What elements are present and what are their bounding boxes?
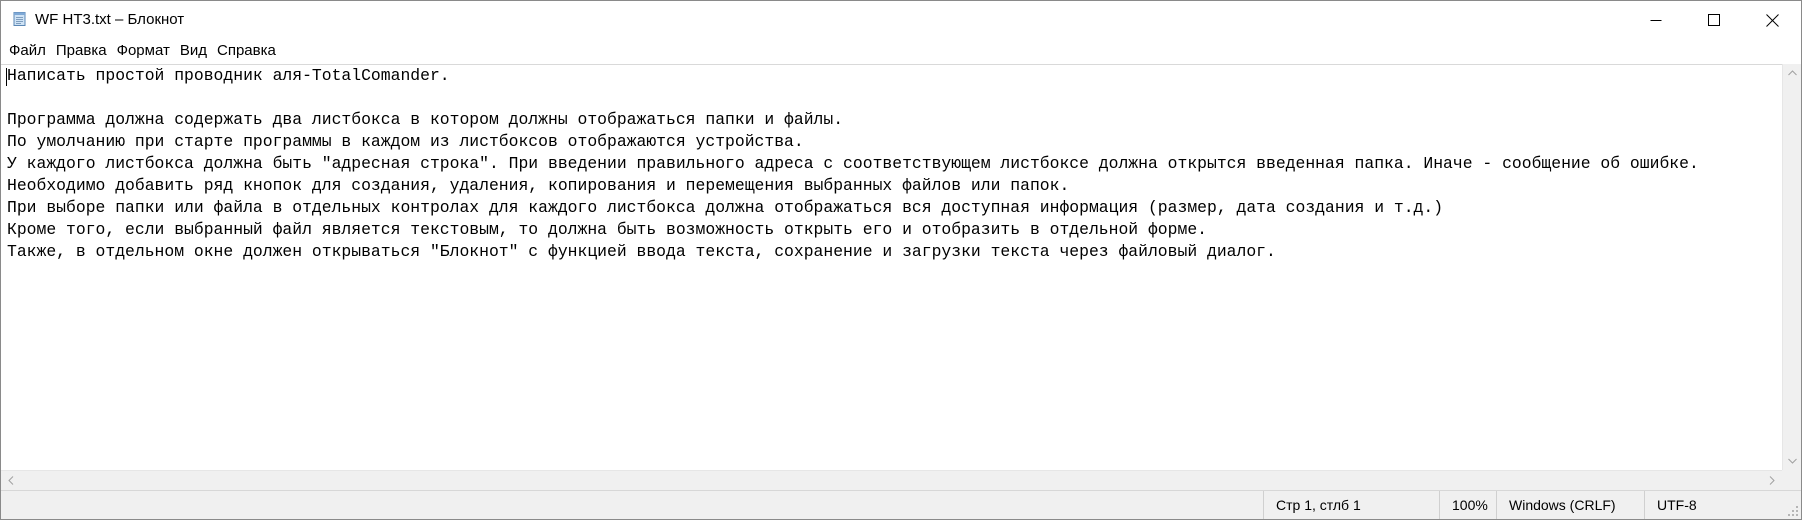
status-zoom: 100% [1439, 491, 1496, 519]
close-icon [1765, 13, 1779, 27]
status-cursor-position: Стр 1, стлб 1 [1263, 491, 1439, 519]
scrollbar-corner [1782, 470, 1801, 490]
menu-format[interactable]: Формат [112, 41, 175, 61]
status-bar: Стр 1, стлб 1 100% Windows (CRLF) UTF-8 [1, 490, 1801, 519]
maximize-icon [1708, 14, 1720, 26]
menu-help[interactable]: Справка [212, 41, 281, 61]
menu-bar: Файл Правка Формат Вид Справка [1, 39, 1801, 63]
notepad-window: WF HT3.txt – Блокнот Файл Правка Формат … [0, 0, 1802, 520]
scroll-up-button[interactable] [1783, 64, 1801, 82]
text-editor[interactable]: Написать простой проводник аля-TotalComa… [1, 64, 1782, 471]
title-bar[interactable]: WF HT3.txt – Блокнот [1, 1, 1801, 39]
chevron-down-icon [1787, 458, 1797, 464]
chevron-right-icon [1769, 476, 1775, 485]
scroll-right-button[interactable] [1762, 471, 1782, 490]
resize-grip-icon[interactable] [1787, 505, 1799, 517]
menu-edit[interactable]: Правка [51, 41, 112, 61]
text-line: Кроме того, если выбранный файл является… [7, 220, 1207, 239]
text-line: Также, в отдельном окне должен открывать… [7, 242, 1276, 261]
text-line: По умолчанию при старте программы в кажд… [7, 132, 804, 151]
horizontal-scrollbar[interactable] [1, 470, 1782, 490]
menu-file[interactable]: Файл [4, 41, 51, 61]
text-line: Написать простой проводник аля-TotalComa… [7, 66, 450, 85]
scroll-down-button[interactable] [1783, 452, 1801, 470]
text-line: При выборе папки или файла в отдельных к… [7, 198, 1444, 217]
window-title: WF HT3.txt – Блокнот [35, 11, 185, 28]
close-button[interactable] [1743, 1, 1801, 39]
text-line: Необходимо добавить ряд кнопок для созда… [7, 176, 1070, 195]
menu-view[interactable]: Вид [175, 41, 212, 61]
vertical-scrollbar[interactable] [1782, 64, 1801, 470]
text-line: Программа должна содержать два листбокса… [7, 110, 844, 129]
text-line: У каждого листбокса должна быть "адресна… [7, 154, 1699, 173]
chevron-left-icon [8, 476, 14, 485]
minimize-button[interactable] [1627, 1, 1685, 39]
chevron-up-icon [1787, 70, 1797, 76]
status-line-endings: Windows (CRLF) [1496, 491, 1644, 519]
scroll-left-button[interactable] [1, 471, 21, 490]
notepad-icon [13, 12, 26, 26]
status-encoding: UTF-8 [1644, 491, 1784, 519]
maximize-button[interactable] [1685, 1, 1743, 39]
minimize-icon [1650, 20, 1662, 21]
